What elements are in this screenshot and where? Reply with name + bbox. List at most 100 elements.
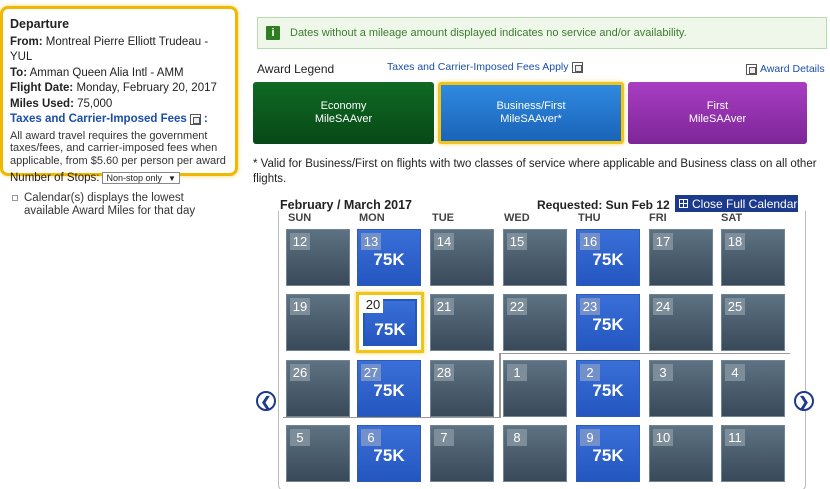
award-details-link[interactable]: Award Details [746, 63, 825, 75]
calendar-day[interactable]: 24 [649, 294, 713, 351]
calendar-day[interactable]: 14 [430, 229, 494, 286]
day-header-sat: SAT [721, 212, 743, 224]
day-number: 16 [580, 233, 600, 250]
departure-from: From: Montreal Pierre Elliott Trudeau - … [10, 35, 209, 64]
calendar-day[interactable]: 27 75K [357, 360, 421, 417]
stops-select[interactable]: Non-stop only ▼ [102, 172, 180, 184]
departure-miles-used: Miles Used: 75,000 [10, 97, 113, 110]
day-number: 1 [507, 364, 527, 381]
calendar-day-selected[interactable]: 75K 20 [356, 292, 424, 353]
legend-first-milesaaver[interactable]: First MileSAAver [628, 82, 807, 144]
day-miles: 75K [592, 381, 624, 400]
popup-window-icon [746, 63, 757, 75]
day-number: 21 [434, 298, 454, 315]
day-header-sun: SUN [288, 212, 312, 224]
award-legend-label: Award Legend [257, 62, 335, 76]
calendar-day[interactable]: 2 75K [576, 360, 640, 417]
day-number: 17 [653, 233, 673, 250]
popup-window-icon [189, 114, 201, 126]
day-header-wed: WED [504, 212, 530, 224]
calendar-day[interactable]: 9 75K [576, 425, 640, 482]
day-header-thu: THU [578, 212, 601, 224]
legend-economy-milesaaver[interactable]: Economy MileSAAver [253, 82, 434, 144]
calendar-day[interactable]: 19 [286, 294, 350, 351]
close-full-calendar-button[interactable]: Close Full Calendar [675, 195, 798, 212]
day-number: 13 [361, 233, 381, 250]
legend-fees-link[interactable]: Taxes and Carrier-Imposed Fees Apply [387, 61, 583, 73]
calendar-day[interactable]: 5 [286, 425, 350, 482]
day-number: 15 [507, 233, 527, 250]
calendar-day[interactable]: 17 [649, 229, 713, 286]
taxes-fees-text: All award travel requires the government… [10, 129, 226, 167]
chevron-left-icon[interactable]: ❮ [256, 391, 276, 411]
day-number: 20 [363, 296, 383, 313]
day-miles: 75K [373, 446, 405, 465]
calendar-day[interactable]: 18 [721, 229, 785, 286]
day-header-tue: TUE [432, 212, 454, 224]
day-header-mon: MON [359, 212, 385, 224]
bullet-icon [12, 195, 18, 201]
day-number: 28 [434, 364, 454, 381]
day-number: 2 [580, 364, 600, 381]
dropdown-arrow-icon: ▼ [168, 173, 176, 183]
day-miles: 75K [592, 446, 624, 465]
availability-info-bar: i Dates without a mileage amount display… [257, 17, 827, 49]
stops-filter: Number of Stops: Non-stop only ▼ [10, 172, 180, 184]
day-number: 3 [653, 364, 673, 381]
calendar-day[interactable]: 28 [430, 360, 494, 417]
day-number: 4 [725, 364, 745, 381]
day-number: 24 [653, 298, 673, 315]
day-header-fri: FRI [649, 212, 667, 224]
calendar-day[interactable]: 22 [503, 294, 567, 351]
day-number: 18 [725, 233, 745, 250]
popup-window-icon [571, 61, 583, 73]
day-number: 5 [290, 429, 310, 446]
calendar-day[interactable]: 6 75K [357, 425, 421, 482]
day-number: 8 [507, 429, 527, 446]
calendar-day[interactable]: 10 [649, 425, 713, 482]
departure-to: To: Amman Queen Alia Intl - AMM [10, 66, 184, 79]
day-miles: 75K [592, 315, 624, 334]
departure-flight-date: Flight Date: Monday, February 20, 2017 [10, 82, 217, 94]
calendar-day[interactable]: 1 [503, 360, 567, 417]
calendar-day[interactable]: 23 75K [576, 294, 640, 351]
chevron-right-icon[interactable]: ❯ [794, 391, 814, 411]
day-number: 25 [725, 298, 745, 315]
calendar-day[interactable]: 25 [721, 294, 785, 351]
day-number: 27 [361, 364, 381, 381]
calendar-day[interactable]: 26 [286, 360, 350, 417]
day-number: 9 [580, 429, 600, 446]
requested-date: Requested: Sun Feb 12 [537, 198, 670, 212]
day-number: 7 [434, 429, 454, 446]
info-icon: i [266, 26, 280, 40]
calendar-day[interactable]: 11 [721, 425, 785, 482]
calendar-grid-icon [679, 199, 688, 208]
day-number: 11 [725, 429, 745, 446]
legend-business-first-milesaaver[interactable]: Business/First MileSAAver* [438, 82, 624, 144]
calendar-day[interactable]: 15 [503, 229, 567, 286]
calendar-month-title: February / March 2017 [280, 198, 413, 212]
stops-label: Number of Stops: [10, 172, 100, 184]
calendar-note: Calendar(s) displays the lowest availabl… [12, 192, 212, 217]
day-miles: 75K [373, 250, 405, 269]
calendar-day[interactable]: 12 [286, 229, 350, 286]
day-number: 12 [290, 233, 310, 250]
day-miles: 75K [592, 250, 624, 269]
validity-footnote: * Valid for Business/First on flights wi… [253, 158, 817, 185]
taxes-fees-link[interactable]: Taxes and Carrier-Imposed Fees : [10, 112, 229, 128]
day-miles: 75K [373, 381, 405, 400]
day-number: 14 [434, 233, 454, 250]
day-number: 6 [361, 429, 381, 446]
calendar-day[interactable]: 21 [430, 294, 494, 351]
calendar-day[interactable]: 13 75K [357, 229, 421, 286]
day-number: 22 [507, 298, 527, 315]
calendar-day[interactable]: 7 [430, 425, 494, 482]
day-number: 23 [580, 298, 600, 315]
calendar-day[interactable]: 4 [721, 360, 785, 417]
calendar-day[interactable]: 8 [503, 425, 567, 482]
day-miles: 75K [374, 320, 406, 339]
calendar-day[interactable]: 16 75K [576, 229, 640, 286]
day-number: 19 [290, 298, 310, 315]
calendar-day[interactable]: 3 [649, 360, 713, 417]
departure-title: Departure [10, 17, 70, 31]
